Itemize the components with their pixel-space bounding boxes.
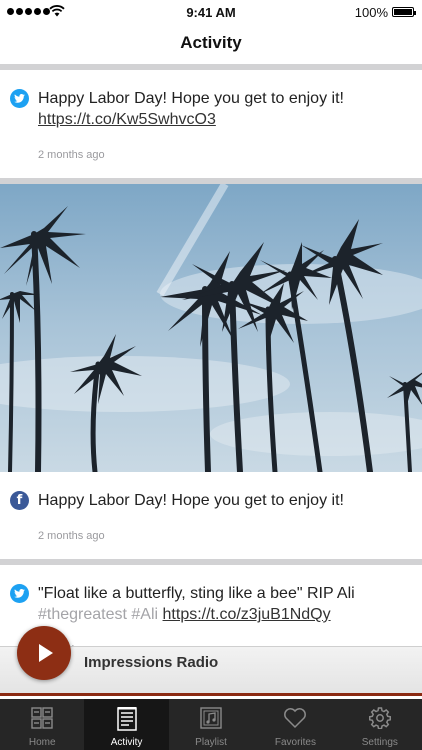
feed-post[interactable]: Happy Labor Day! Hope you get to enjoy i… (0, 70, 422, 178)
post-link[interactable]: https://t.co/Kw5SwhvcO3 (38, 111, 216, 128)
tab-settings[interactable]: Settings (338, 699, 422, 750)
post-text: Happy Labor Day! Hope you get to enjoy i… (38, 88, 410, 130)
tab-label: Home (28, 737, 56, 748)
facebook-icon: f (10, 491, 29, 510)
tab-activity[interactable]: Activity (84, 699, 169, 750)
post-message: "Float like a butterfly, sting like a be… (38, 585, 355, 602)
feed-post[interactable]: f Happy Labor Day! Hope you get to enjoy… (0, 184, 422, 559)
play-button[interactable] (17, 626, 71, 680)
post-text: "Float like a butterfly, sting like a be… (38, 583, 410, 625)
navigation-bar: Activity (0, 24, 422, 64)
post-message: Happy Labor Day! Hope you get to enjoy i… (38, 492, 344, 509)
post-text: Happy Labor Day! Hope you get to enjoy i… (38, 490, 344, 511)
post-hashtags[interactable]: #thegreatest #Ali (38, 606, 158, 623)
post-timestamp: 2 months ago (38, 149, 105, 161)
heart-icon (284, 708, 307, 729)
twitter-icon (10, 89, 29, 108)
home-grid-icon (31, 707, 53, 729)
tab-bar: Home Activity Playlist Favorites Setting… (0, 699, 422, 750)
post-message: Happy Labor Day! Hope you get to enjoy i… (38, 90, 344, 107)
status-bar: 9:41 AM 100% (0, 0, 422, 24)
tab-home[interactable]: Home (0, 699, 84, 750)
twitter-icon (10, 584, 29, 603)
station-title: Impressions Radio (84, 654, 219, 671)
post-photo[interactable] (0, 184, 422, 472)
tab-label: Playlist (195, 737, 227, 748)
activity-doc-icon (116, 707, 137, 731)
page-title: Activity (180, 33, 242, 52)
playlist-music-icon (200, 707, 222, 729)
tab-label: Favorites (274, 737, 316, 748)
post-link[interactable]: https://t.co/z3juB1NdQy (163, 606, 331, 623)
gear-icon (368, 707, 391, 729)
tab-label: Activity (110, 737, 143, 748)
battery-percentage: 100% (354, 5, 388, 20)
activity-feed[interactable]: Happy Labor Day! Hope you get to enjoy i… (0, 64, 422, 696)
tab-label: Settings (361, 737, 398, 748)
tab-favorites[interactable]: Favorites (253, 699, 337, 750)
battery-icon (392, 7, 416, 17)
post-timestamp: 2 months ago (38, 530, 105, 542)
play-icon (39, 644, 53, 662)
tab-playlist[interactable]: Playlist (169, 699, 253, 750)
